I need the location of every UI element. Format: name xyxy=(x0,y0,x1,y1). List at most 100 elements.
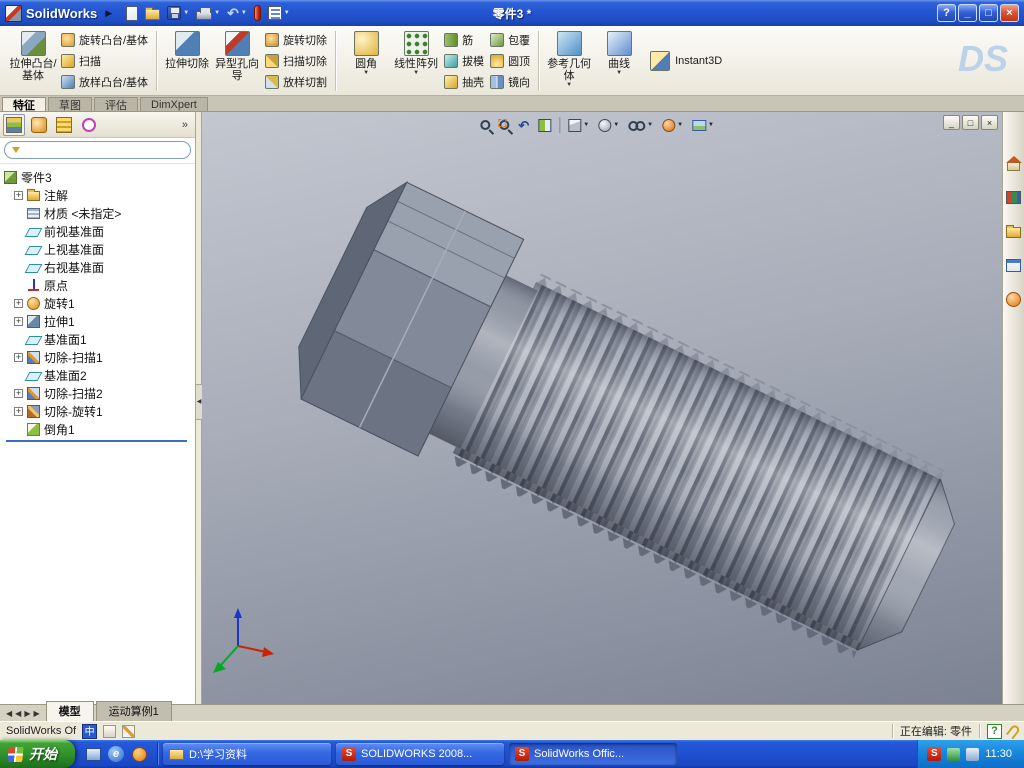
restore-button[interactable]: □ xyxy=(979,4,998,22)
feature-manager-tab-button[interactable] xyxy=(3,113,25,136)
pen-input-icon[interactable] xyxy=(122,724,136,738)
hide-show-dropdown-icon[interactable]: ▼ xyxy=(647,122,653,129)
tab-model[interactable]: 模型 xyxy=(45,701,94,721)
display-style-dropdown-icon[interactable]: ▼ xyxy=(613,122,619,129)
print-button[interactable]: ▼ xyxy=(194,2,222,24)
clock[interactable]: 11:30 xyxy=(985,748,1012,760)
quick-tips-button[interactable]: ? xyxy=(987,723,1002,739)
tree-item-top-plane[interactable]: 上视基准面 xyxy=(4,240,193,258)
tree-item-revolve1[interactable]: + 旋转1 xyxy=(4,294,193,312)
fillet-dropdown-icon[interactable]: ▼ xyxy=(363,70,369,77)
expand-icon[interactable]: + xyxy=(14,352,23,362)
tab-sketch[interactable]: 草图 xyxy=(48,97,92,112)
tree-root-part[interactable]: 零件3 xyxy=(4,168,193,186)
view-orientation-dropdown-icon[interactable]: ▼ xyxy=(583,122,589,129)
graphics-viewport[interactable]: ↶ ▼ ▼ ▼ ▼ ▼ _ □ × xyxy=(202,112,1002,704)
curves-dropdown-icon[interactable]: ▼ xyxy=(616,70,622,77)
tab-nav-first-button[interactable]: ◀ xyxy=(6,709,12,718)
tab-evaluate[interactable]: 评估 xyxy=(94,97,138,112)
apply-scene-button[interactable]: ▼ xyxy=(688,114,718,136)
taskbar-item-folder[interactable]: D:\学习资料 xyxy=(163,743,331,765)
doc-close-button[interactable]: × xyxy=(981,115,998,130)
file-explorer-button[interactable] xyxy=(1004,222,1024,240)
tray-icon-network[interactable] xyxy=(947,747,961,761)
section-view-button[interactable] xyxy=(534,114,555,136)
taskbar-item-solidworks-installer[interactable]: S SOLIDWORKS 2008... xyxy=(336,743,504,765)
wrap-button[interactable]: 包覆 xyxy=(487,31,533,49)
tab-nav-last-button[interactable]: ▶ xyxy=(33,709,39,718)
expand-icon[interactable]: + xyxy=(14,316,23,326)
revolve-boss-button[interactable]: 旋转凸台/基体 xyxy=(58,31,151,49)
view-palette-button[interactable] xyxy=(1004,256,1024,274)
tree-item-extrude1[interactable]: + 拉伸1 xyxy=(4,312,193,330)
minimize-button[interactable]: _ xyxy=(958,4,977,22)
quick-launch-ie-button[interactable]: e xyxy=(107,745,125,763)
tree-item-chamfer1[interactable]: 倒角1 xyxy=(4,420,193,438)
doc-minimize-button[interactable]: _ xyxy=(943,115,960,130)
menu-expand-icon[interactable]: ▶ xyxy=(105,8,112,19)
edit-appearance-button[interactable]: ▼ xyxy=(658,114,687,136)
shell-button[interactable]: 抽壳 xyxy=(441,73,487,91)
tab-features[interactable]: 特征 xyxy=(2,97,46,112)
close-button[interactable]: × xyxy=(1000,4,1019,22)
tree-item-cut-sweep1[interactable]: + 切除-扫描1 xyxy=(4,348,193,366)
expand-icon[interactable]: + xyxy=(14,190,23,200)
scene-dropdown-icon[interactable]: ▼ xyxy=(708,122,714,129)
extrude-cut-button[interactable]: 拉伸切除 xyxy=(162,28,212,94)
fillet-button[interactable]: 圆角 ▼ xyxy=(341,28,391,94)
taskbar-item-solidworks-office[interactable]: S SolidWorks Offic... xyxy=(509,743,677,765)
expand-icon[interactable]: + xyxy=(14,388,23,398)
dome-button[interactable]: 圆顶 xyxy=(487,52,533,70)
hide-show-items-button[interactable]: ▼ xyxy=(624,114,657,136)
tree-item-right-plane[interactable]: 右视基准面 xyxy=(4,258,193,276)
tree-item-material[interactable]: 材质 <未指定> xyxy=(4,204,193,222)
tree-item-front-plane[interactable]: 前视基准面 xyxy=(4,222,193,240)
property-manager-tab-button[interactable] xyxy=(28,114,50,136)
mirror-button[interactable]: 镜向 xyxy=(487,73,533,91)
loft-cut-button[interactable]: 放样切割 xyxy=(262,73,330,91)
instant3d-button[interactable]: Instant3D xyxy=(644,28,728,94)
tree-item-cut-sweep2[interactable]: + 切除-扫描2 xyxy=(4,384,193,402)
linear-pattern-dropdown-icon[interactable]: ▼ xyxy=(413,70,419,77)
sweep-cut-button[interactable]: 扫描切除 xyxy=(262,52,330,70)
open-button[interactable] xyxy=(143,2,162,24)
options-dropdown-icon[interactable]: ▼ xyxy=(284,10,290,16)
tree-item-cut-revolve1[interactable]: + 切除-旋转1 xyxy=(4,402,193,420)
options-button[interactable]: ▼ xyxy=(266,2,292,24)
quick-launch-media-button[interactable] xyxy=(130,745,148,763)
view-orientation-button[interactable]: ▼ xyxy=(564,114,593,136)
rib-button[interactable]: 筋 xyxy=(441,31,476,49)
undo-dropdown-icon[interactable]: ▼ xyxy=(241,10,247,16)
tree-item-plane2[interactable]: 基准面2 xyxy=(4,366,193,384)
tree-filter-input[interactable] xyxy=(4,141,191,159)
hole-wizard-button[interactable]: 异型孔向导 xyxy=(212,28,262,94)
display-style-button[interactable]: ▼ xyxy=(594,114,623,136)
tree-item-annotations[interactable]: + 注解 xyxy=(4,186,193,204)
curves-button[interactable]: 曲线 ▼ xyxy=(594,28,644,94)
revolve-cut-button[interactable]: 旋转切除 xyxy=(262,31,330,49)
attachment-clip-icon[interactable] xyxy=(1005,723,1022,739)
dimxpert-manager-tab-button[interactable] xyxy=(78,114,100,136)
rollback-bar[interactable] xyxy=(6,440,187,442)
tab-nav-prev-button[interactable]: ◀ xyxy=(15,709,21,718)
sweep-boss-button[interactable]: 扫描 xyxy=(58,52,104,70)
print-dropdown-icon[interactable]: ▼ xyxy=(214,10,220,16)
reference-geometry-button[interactable]: 参考几何体 ▼ xyxy=(544,28,594,94)
undo-button[interactable]: ↶ ▼ xyxy=(225,2,249,24)
configuration-manager-tab-button[interactable] xyxy=(53,114,75,136)
resources-button[interactable] xyxy=(252,2,263,24)
tab-nav-next-button[interactable]: ▶ xyxy=(24,709,30,718)
ime-language-badge[interactable]: 中 xyxy=(82,723,98,739)
save-dropdown-icon[interactable]: ▼ xyxy=(183,10,189,16)
tab-motion-study[interactable]: 运动算例1 xyxy=(95,701,172,721)
zoom-fit-button[interactable] xyxy=(476,114,494,136)
help-button[interactable]: ? xyxy=(937,4,956,22)
design-library-button[interactable] xyxy=(1004,188,1024,206)
tray-icon-volume[interactable] xyxy=(966,747,980,761)
expand-icon[interactable]: + xyxy=(14,406,23,416)
reference-geometry-dropdown-icon[interactable]: ▼ xyxy=(566,82,572,89)
save-button[interactable]: ▼ xyxy=(165,2,191,24)
expand-icon[interactable]: + xyxy=(14,298,23,308)
resources-home-button[interactable] xyxy=(1004,154,1024,172)
extrude-boss-button[interactable]: 拉伸凸台/基体 xyxy=(8,28,58,94)
